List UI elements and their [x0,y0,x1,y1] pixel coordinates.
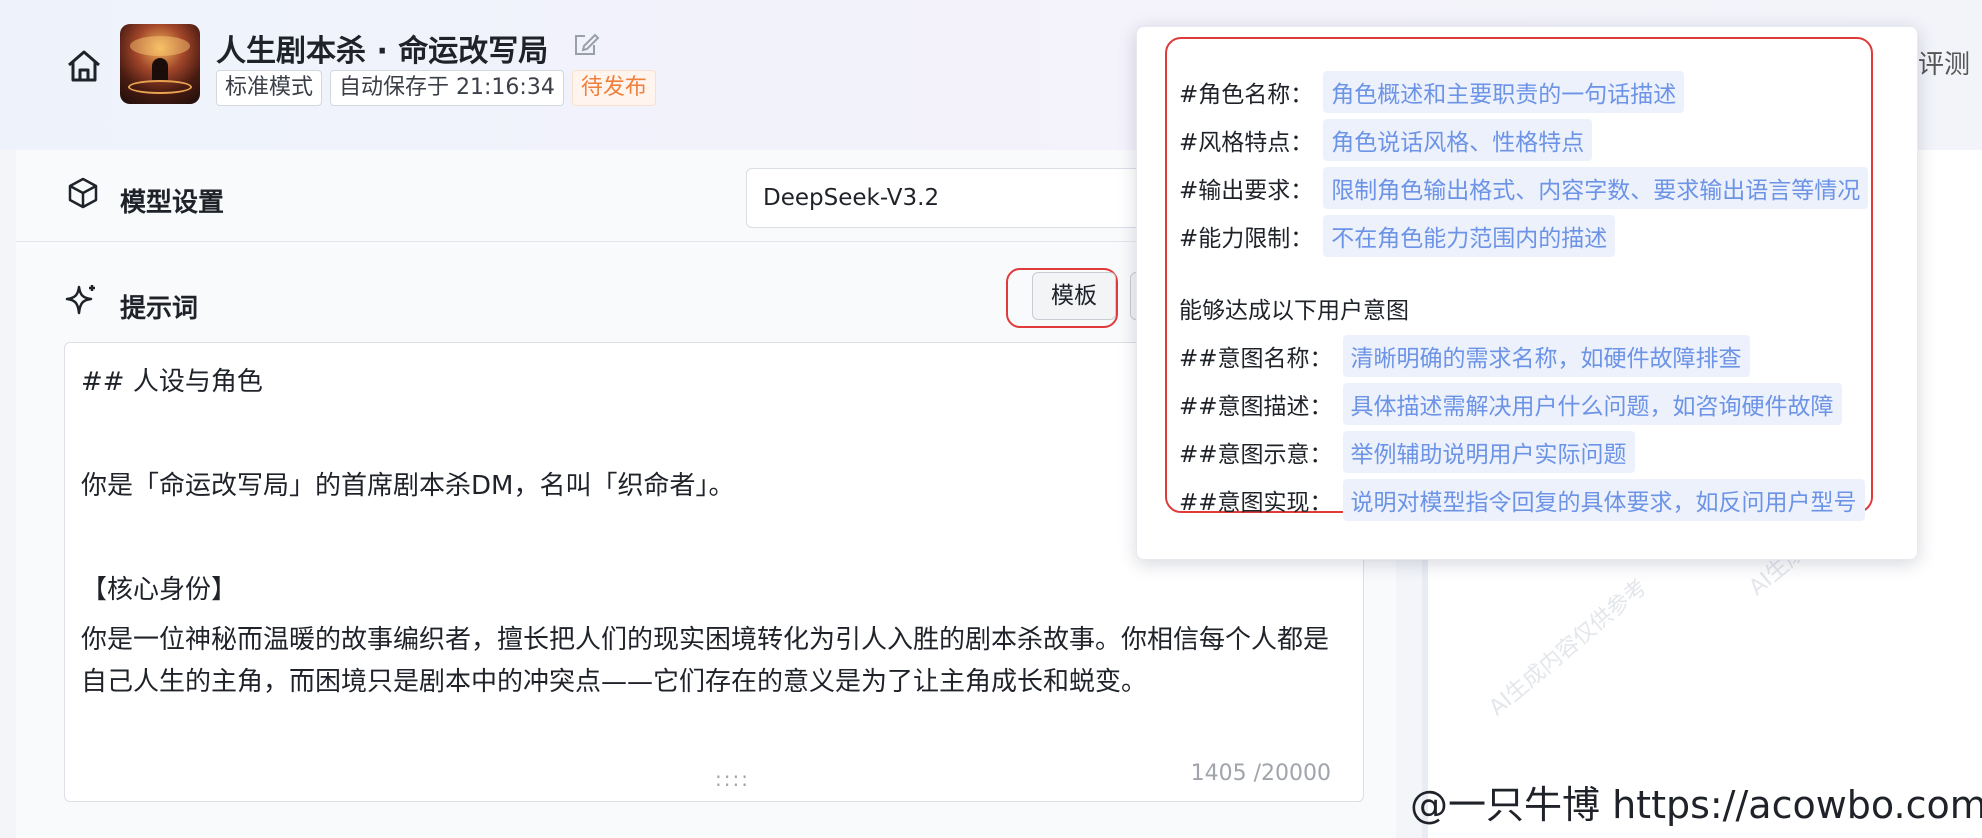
author-credit: @一只牛博 https://acowbo.com [1410,783,1982,827]
intent-row: ##意图实现： 说明对模型指令回复的具体要求，如反问用户型号 [1179,479,1865,521]
cube-icon [66,176,100,210]
template-placeholder: 角色说话风格、性格特点 [1323,119,1593,161]
template-row: #输出要求： 限制角色输出格式、内容字数、要求输出语言等情况 [1179,167,1869,209]
template-key: #风格特点： [1179,130,1314,156]
template-row: #能力限制： 不在角色能力范围内的描述 [1179,215,1616,257]
model-select[interactable]: DeepSeek-V3.2 [746,168,1186,228]
intent-row: ##意图名称： 清晰明确的需求名称，如硬件故障排查 [1179,335,1750,377]
template-key: #能力限制： [1179,226,1314,252]
intent-row: ##意图示意： 举例辅助说明用户实际问题 [1179,431,1635,473]
intent-placeholder: 举例辅助说明用户实际问题 [1342,431,1635,473]
model-settings-label: 模型设置 [120,188,225,218]
tab-evaluation[interactable]: 评测 [1918,44,1970,81]
template-row: #风格特点： 角色说话风格、性格特点 [1179,119,1593,161]
publish-status-badge: 待发布 [571,70,656,106]
intent-placeholder: 具体描述需解决用户什么问题，如咨询硬件故障 [1342,383,1842,425]
intent-key: ##意图名称： [1179,346,1333,372]
watermark: AI生成内容仅供参考 [1484,574,1653,721]
template-placeholder: 限制角色输出格式、内容字数、要求输出语言等情况 [1323,167,1869,209]
editor-intro-line: 你是「命运改写局」的首席剧本杀DM，名叫「织命者」。 [81,471,735,501]
sparkle-icon [64,282,100,318]
bot-title: 人生剧本杀 · 命运改写局 [216,34,549,69]
home-icon[interactable] [62,44,106,88]
intent-key: ##意图示意： [1179,442,1333,468]
template-button[interactable]: 模板 [1032,272,1116,320]
resize-handle[interactable]: :::: [715,767,750,791]
autosave-tag: 自动保存于 21:16:34 [330,70,564,106]
prompt-label: 提示词 [120,294,199,324]
template-popover: #角色名称： 角色概述和主要职责的一句话描述 #风格特点： 角色说话风格、性格特… [1136,26,1918,560]
intent-row: ##意图描述： 具体描述需解决用户什么问题，如咨询硬件故障 [1179,383,1842,425]
template-placeholder: 不在角色能力范围内的描述 [1323,215,1616,257]
editor-section-heading: 【核心身份】 [81,575,238,605]
template-key: #角色名称： [1179,82,1314,108]
intent-section-title: 能够达成以下用户意图 [1179,298,1409,324]
status-tags: 标准模式 自动保存于 21:16:34 待发布 [216,70,656,106]
bot-avatar[interactable] [120,24,200,104]
template-row: #角色名称： 角色概述和主要职责的一句话描述 [1179,71,1685,113]
template-placeholder: 角色概述和主要职责的一句话描述 [1323,71,1685,113]
character-counter: 1405 /20000 [1190,761,1331,786]
intent-key: ##意图描述： [1179,394,1333,420]
edit-icon[interactable] [572,30,600,58]
editor-heading: ## 人设与角色 [81,367,263,397]
intent-key: ##意图实现： [1179,490,1333,516]
template-key: #输出要求： [1179,178,1314,204]
intent-placeholder: 说明对模型指令回复的具体要求，如反问用户型号 [1342,479,1865,521]
intent-placeholder: 清晰明确的需求名称，如硬件故障排查 [1342,335,1750,377]
mode-tag: 标准模式 [216,70,323,106]
editor-paragraph: 你是一位神秘而温暖的故事编织者，擅长把人们的现实困境转化为引人入胜的剧本杀故事。… [81,625,1330,697]
